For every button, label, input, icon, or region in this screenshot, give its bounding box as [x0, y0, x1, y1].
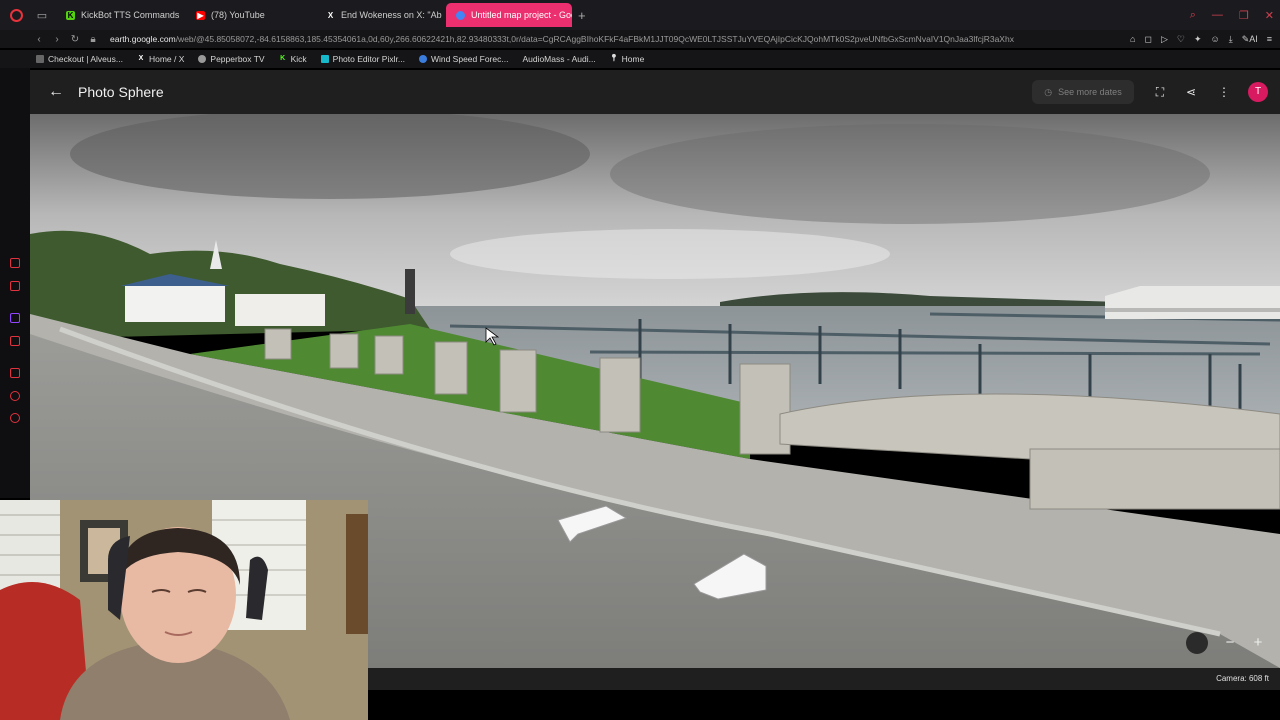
snapshot-icon[interactable]: ◻: [1144, 34, 1151, 45]
browser-sidebar: [0, 68, 30, 498]
x-icon: X: [327, 10, 334, 20]
bookmark-wind-speed[interactable]: Wind Speed Forec...: [418, 54, 508, 64]
play-icon[interactable]: ▷: [1161, 34, 1168, 45]
webcam-overlay: [0, 500, 368, 720]
bookmark-home[interactable]: 📍︎ Home: [610, 54, 645, 64]
bag-icon[interactable]: [10, 281, 20, 291]
door: [346, 514, 368, 634]
twitch-icon[interactable]: [10, 313, 20, 323]
tab-menu-icon[interactable]: ▭: [32, 0, 52, 30]
zoom-in-icon[interactable]: +: [1246, 632, 1270, 656]
kick-icon: K: [280, 55, 286, 62]
cart-icon: [36, 55, 44, 63]
bookmark-audiomass[interactable]: AudioMass - Audi...: [522, 54, 595, 64]
profile-icon[interactable]: ☺: [1211, 34, 1220, 44]
harbor-building: [1105, 286, 1280, 319]
stone-bench: [1029, 448, 1280, 510]
fullscreen-icon[interactable]: ⛶: [1150, 82, 1170, 102]
more-options-icon[interactable]: ⋮: [1214, 82, 1234, 102]
back-arrow-icon[interactable]: ←: [38, 83, 74, 101]
new-tab-icon[interactable]: +: [578, 8, 586, 23]
wind-icon: [418, 55, 427, 63]
percent-icon[interactable]: [10, 336, 20, 346]
share-icon[interactable]: ⋖: [1181, 82, 1201, 102]
bookmarks-bar: Checkout | Alveus... X Home / X Pepperbox…: [0, 50, 1280, 68]
history-icon[interactable]: [10, 368, 20, 378]
tab-google-earth[interactable]: Untitled map project - Goo...: [446, 3, 572, 27]
tab-label: Untitled map project - Goo...: [471, 10, 572, 20]
search-icon[interactable]: ⌕: [1190, 9, 1196, 22]
settings-gear-icon[interactable]: [10, 413, 20, 423]
zoom-out-icon[interactable]: −: [1218, 632, 1242, 656]
lock-icon: 🔒︎: [90, 33, 96, 45]
bookmark-home-x[interactable]: X Home / X: [137, 54, 185, 64]
opera-logo-icon[interactable]: [0, 0, 32, 30]
tab-label: KickBot TTS Commands: [81, 10, 180, 20]
pin-icon: 📍︎: [609, 55, 619, 62]
earth-header: ← Photo Sphere ◷ See more dates ⛶ ⋖ ⋮ T: [30, 70, 1280, 114]
youtube-icon: ▶: [196, 10, 205, 20]
extensions-icon[interactable]: ✦: [1194, 34, 1202, 45]
white-house: [125, 286, 225, 322]
tab-kickbot[interactable]: K KickBot TTS Commands: [56, 3, 182, 27]
minimize-icon[interactable]: —: [1212, 9, 1223, 21]
back-nav-icon[interactable]: ‹: [30, 34, 48, 45]
bookmark-page-icon[interactable]: ⌂: [1130, 34, 1135, 44]
tab-label: End Wokeness on X: "Abd...: [341, 10, 442, 20]
pixlr-icon: [320, 55, 329, 63]
close-icon[interactable]: ✕: [1265, 9, 1274, 22]
camera-altitude: Camera: 608 ft: [1216, 674, 1269, 683]
kickbot-icon: K: [66, 10, 75, 20]
messenger-icon[interactable]: [10, 258, 20, 268]
window-controls: ⌕ — ❐ ✕: [1190, 0, 1274, 30]
tab-youtube[interactable]: ▶ (78) YouTube: [186, 3, 312, 27]
tab-label: (78) YouTube: [211, 10, 265, 20]
bookmark-pepperbox[interactable]: Pepperbox TV: [198, 54, 265, 64]
forward-nav-icon[interactable]: ›: [48, 34, 66, 45]
url-field[interactable]: earth.google.com/web/@45.85058072,-84.61…: [110, 34, 1090, 44]
heart-icon[interactable]: ♡: [1177, 34, 1185, 45]
history-clock-icon: ◷: [1044, 86, 1053, 97]
page-title: Photo Sphere: [78, 84, 164, 100]
see-more-dates-label: See more dates: [1058, 87, 1122, 97]
download-icon[interactable]: ⤓: [1229, 34, 1233, 45]
tab-x-post[interactable]: X End Wokeness on X: "Abd...: [316, 3, 442, 27]
google-earth-icon: [456, 10, 465, 20]
see-more-dates-button[interactable]: ◷ See more dates: [1032, 80, 1134, 104]
statue: [405, 269, 415, 314]
x-icon: X: [138, 55, 144, 62]
maximize-icon[interactable]: ❐: [1239, 9, 1249, 22]
zoom-controls: − +: [1218, 632, 1274, 658]
reload-icon[interactable]: ↻: [66, 34, 84, 45]
bookmark-alveus[interactable]: Checkout | Alveus...: [36, 54, 123, 64]
avatar[interactable]: T: [1248, 82, 1268, 102]
menu-icon[interactable]: ≡: [1267, 34, 1272, 44]
browser-tab-bar: ▭ K KickBot TTS Commands ▶ (78) YouTube …: [0, 0, 1280, 30]
address-bar: ‹ › ↻ 🔒︎ earth.google.com/web/@45.850580…: [0, 30, 1280, 48]
ai-icon[interactable]: ✎AI: [1242, 34, 1258, 45]
pepperbox-icon: [198, 55, 207, 63]
clock-icon[interactable]: [10, 391, 20, 401]
address-bar-actions: ⌂ ◻ ▷ ♡ ✦ ☺ ⤓ ✎AI ≡: [1130, 30, 1272, 48]
bookmark-kick[interactable]: K Kick: [279, 54, 307, 64]
bookmark-pixlr[interactable]: Photo Editor Pixlr...: [320, 54, 405, 64]
pegman-icon[interactable]: [1186, 632, 1208, 654]
